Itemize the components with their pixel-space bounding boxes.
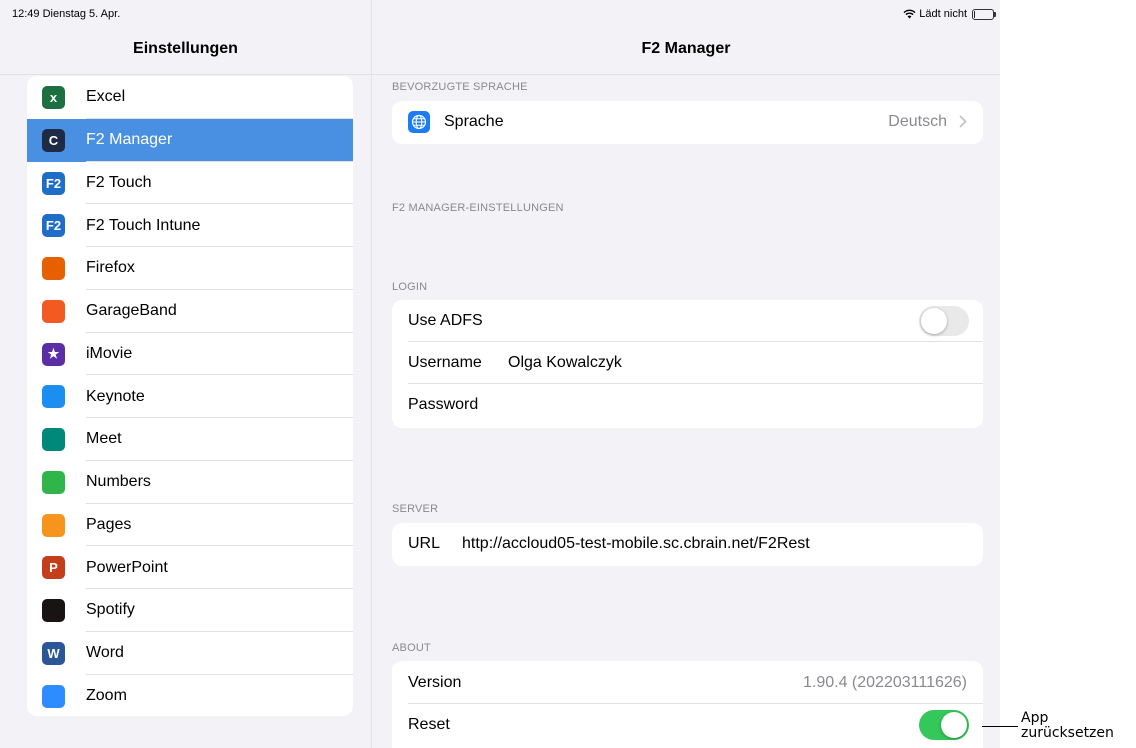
sidebar-item-label: Firefox	[86, 259, 135, 277]
language-value: Deutsch	[888, 113, 947, 130]
annotation-label: App zurücksetzen	[1021, 711, 1114, 741]
f2-settings-section-header: F2 MANAGER-EINSTELLUNGEN	[392, 202, 564, 214]
reset-label: Reset	[408, 716, 450, 733]
url-row[interactable]: URL http://accloud05-test-mobile.sc.cbra…	[392, 523, 983, 565]
sidebar-item-f2-touch-intune[interactable]: F2 F2 Touch Intune	[27, 204, 353, 247]
username-value[interactable]: Olga Kowalczyk	[508, 354, 622, 372]
url-label: URL	[408, 535, 441, 552]
f2-touch-icon: F2	[42, 171, 65, 195]
sidebar-item-label: iMovie	[86, 344, 133, 362]
sidebar-item-label: F2 Manager	[86, 131, 173, 149]
garageband-icon	[42, 299, 65, 323]
language-card: Sprache Deutsch	[392, 101, 983, 144]
language-row[interactable]: Sprache Deutsch	[392, 101, 983, 143]
chevron-right-icon	[959, 115, 967, 133]
app-list: x Excel C F2 Manager F2 F2 Touch F2 F2 Touch In…	[27, 76, 353, 716]
spotify-icon	[42, 599, 65, 622]
about-section-header: ABOUT	[392, 642, 431, 654]
battery-level	[974, 10, 975, 18]
sidebar-item-f2-manager[interactable]: C F2 Manager	[27, 118, 353, 162]
version-value: 1.90.4 (202203111626)	[803, 673, 967, 691]
sidebar-item-label: Meet	[86, 430, 122, 448]
login-card: Use ADFS Username Olga Kowalczyk Passwor…	[392, 300, 983, 428]
sidebar-item-powerpoint[interactable]: P PowerPoint	[27, 546, 353, 589]
about-card: Version 1.90.4 (202203111626) Reset	[392, 661, 983, 748]
sidebar-item-label: PowerPoint	[86, 558, 168, 576]
password-row[interactable]: Password	[392, 384, 983, 426]
wifi-icon	[903, 9, 916, 19]
globe-icon	[408, 111, 430, 133]
sidebar-item-spotify[interactable]: Spotify	[27, 589, 353, 632]
sidebar-item-label: Numbers	[86, 473, 151, 491]
sidebar-item-firefox[interactable]: Firefox	[27, 247, 353, 290]
annotation-line	[982, 726, 1018, 727]
sidebar-item-garageband[interactable]: GarageBand	[27, 290, 353, 333]
sidebar-item-label: Spotify	[86, 601, 135, 619]
use-adfs-row: Use ADFS	[392, 300, 983, 342]
sidebar-item-zoom[interactable]: Zoom	[27, 675, 353, 717]
language-section-header: BEVORZUGTE SPRACHE	[392, 81, 528, 93]
username-row[interactable]: Username Olga Kowalczyk	[392, 342, 983, 384]
use-adfs-toggle[interactable]	[919, 306, 969, 336]
charging-status: Lädt nicht	[919, 8, 967, 20]
sidebar-item-imovie[interactable]: ★ iMovie	[27, 333, 353, 376]
sidebar-item-label: Pages	[86, 515, 132, 533]
sidebar-item-label: F2 Touch	[86, 173, 152, 191]
version-row: Version 1.90.4 (202203111626)	[392, 661, 983, 704]
sidebar-item-label: Word	[86, 644, 124, 662]
sidebar-item-meet[interactable]: Meet	[27, 418, 353, 461]
password-label: Password	[408, 396, 479, 413]
reset-toggle[interactable]	[919, 710, 969, 740]
annotation-line-1: App	[1021, 710, 1049, 726]
f2-manager-icon: C	[42, 128, 65, 152]
numbers-icon	[42, 470, 65, 494]
sidebar-item-label: Zoom	[86, 686, 127, 704]
word-icon: W	[42, 641, 65, 665]
sidebar-item-label: Keynote	[86, 387, 145, 405]
f2-touch-intune-icon: F2	[42, 214, 65, 238]
sidebar-navbar-divider	[0, 74, 371, 75]
toggle-knob	[921, 308, 947, 334]
server-card: URL http://accloud05-test-mobile.sc.cbra…	[392, 523, 983, 566]
version-label: Version	[408, 673, 462, 691]
excel-icon: x	[42, 86, 65, 109]
sidebar: 12:49 Dienstag 5. Apr. Einstellungen x Ex…	[0, 0, 372, 748]
annotation-line-2: zurücksetzen	[1021, 725, 1114, 741]
toggle-knob	[941, 712, 967, 738]
server-section-header: SERVER	[392, 503, 439, 515]
detail-pane: Lädt nicht F2 Manager BEVORZUGTE SPRACHE…	[372, 0, 1000, 748]
sidebar-item-label: F2 Touch Intune	[86, 216, 201, 234]
detail-navbar-divider	[372, 74, 1000, 75]
sidebar-item-excel[interactable]: x Excel	[27, 76, 353, 119]
zoom-icon	[42, 684, 65, 708]
battery-icon	[972, 8, 996, 20]
sidebar-item-keynote[interactable]: Keynote	[27, 375, 353, 418]
sidebar-item-f2-touch[interactable]: F2 F2 Touch	[27, 162, 353, 205]
use-adfs-label: Use ADFS	[408, 312, 483, 329]
language-label: Sprache	[444, 113, 504, 130]
keynote-icon	[42, 385, 65, 409]
status-right: Lädt nicht	[903, 0, 996, 28]
reset-row: Reset	[392, 704, 983, 746]
username-label: Username	[408, 354, 482, 371]
ipad-screen: 12:49 Dienstag 5. Apr. Einstellungen x Ex…	[0, 0, 1000, 748]
sidebar-item-label: Excel	[86, 88, 126, 106]
detail-title: F2 Manager	[641, 40, 731, 57]
sidebar-item-label: GarageBand	[86, 302, 177, 320]
imovie-icon: ★	[42, 342, 65, 366]
sidebar-item-numbers[interactable]: Numbers	[27, 461, 353, 504]
firefox-icon	[42, 257, 65, 280]
login-section-header: LOGIN	[392, 281, 428, 293]
sidebar-item-word[interactable]: W Word	[27, 632, 353, 675]
pages-icon	[42, 513, 65, 537]
url-value[interactable]: http://accloud05-test-mobile.sc.cbrain.n…	[462, 535, 810, 553]
sidebar-title: Einstellungen	[133, 40, 238, 57]
powerpoint-icon: P	[42, 556, 65, 580]
meet-icon	[42, 428, 65, 451]
sidebar-item-pages[interactable]: Pages	[27, 504, 353, 547]
status-time-date: 12:49 Dienstag 5. Apr.	[12, 8, 121, 20]
